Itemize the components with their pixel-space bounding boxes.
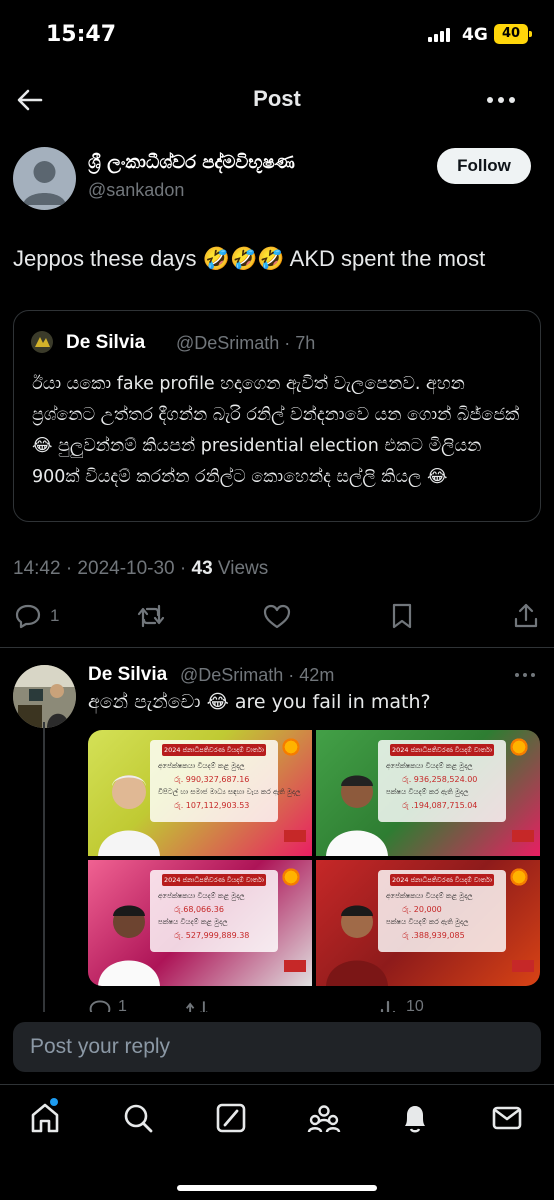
- reply-icon: [15, 604, 41, 629]
- notification-dot: [50, 1098, 58, 1106]
- repost-button[interactable]: [136, 602, 166, 630]
- quote-avatar: [31, 331, 53, 353]
- news-logo-icon: [512, 960, 534, 972]
- timestamp-text: 14:42 · 2024-10-30 ·: [13, 558, 192, 579]
- quoted-post[interactable]: De Silvia @DeSrimath · 7h ඊයා යකො fake p…: [13, 310, 541, 522]
- news-logo-icon: [512, 830, 534, 842]
- party-amount: රු .194,087,715.04: [402, 801, 478, 810]
- communities-icon: [307, 1105, 341, 1133]
- post-timestamp: 14:42 · 2024-10-30 · 43 Views: [13, 558, 268, 580]
- reply-composer: [0, 1012, 554, 1084]
- reply-input[interactable]: [13, 1022, 541, 1072]
- sun-logo-icon: [280, 866, 302, 888]
- reply-count: 1: [50, 606, 60, 625]
- sun-logo-icon: [280, 736, 302, 758]
- reply-author-meta: @DeSrimath · 42m: [180, 665, 335, 685]
- battery-icon: 40: [494, 24, 532, 44]
- bottom-tab-bar: [0, 1084, 554, 1200]
- share-icon: [514, 603, 538, 628]
- candidate-amount: රු. 20,000: [402, 905, 442, 914]
- quote-text: ඊයා යකො fake profile හදාගෙන ඇවිත් වැලපෙන…: [32, 374, 520, 487]
- tab-search[interactable]: [121, 1101, 155, 1135]
- follow-button[interactable]: Follow: [437, 148, 531, 184]
- sun-logo-icon: [508, 866, 530, 888]
- sun-logo-icon: [508, 736, 530, 758]
- more-options-button[interactable]: [484, 86, 518, 114]
- tab-messages[interactable]: [490, 1101, 524, 1135]
- tab-communities[interactable]: [307, 1101, 341, 1135]
- messages-icon: [492, 1106, 522, 1130]
- default-avatar-icon: [23, 161, 66, 205]
- party-label: පක්ෂය වියදම් කර ඇති මුදල: [386, 918, 469, 926]
- signal-icon: [428, 28, 450, 42]
- post-text: Jeppos these days 🤣🤣🤣 AKD spent the most: [13, 246, 486, 271]
- reply-more-button[interactable]: [514, 668, 536, 682]
- party-label: පක්ෂය වියදම් කර ඇති මුදල: [386, 788, 469, 796]
- candidate-label: අපේක්ෂකයා වියදම් කළ මුදල: [386, 762, 473, 770]
- news-logo-icon: [284, 830, 306, 842]
- author-avatar[interactable]: [13, 147, 76, 210]
- card-header: 2024 ජනාධිපතිවරණ වියදම් වාර්තා: [162, 744, 266, 756]
- views-count: 43: [191, 558, 213, 579]
- bookmark-button[interactable]: [388, 602, 416, 630]
- party-label: පක්ෂය වියදම් කළ මුදල: [158, 918, 228, 926]
- page-title: Post: [253, 86, 301, 111]
- reply-image-grid[interactable]: 2024 ජනාධිපතිවරණ වියදම් වාර්තා අපේක්ෂකයා…: [88, 730, 540, 986]
- repost-icon: [137, 604, 165, 628]
- quote-author-name: De Silvia: [66, 332, 146, 353]
- author-name[interactable]: ශ්‍රී ලංකාධීශ්වර පද්මවිභූෂණ: [88, 152, 295, 173]
- tab-home[interactable]: [28, 1098, 62, 1135]
- status-bar: 15:47 4G 40: [0, 0, 554, 70]
- search-icon: [124, 1104, 153, 1133]
- more-icon: [487, 97, 515, 103]
- reply-author-name[interactable]: De Silvia: [88, 664, 167, 686]
- reply-button[interactable]: 1: [14, 602, 59, 630]
- notifications-icon: [405, 1106, 425, 1133]
- card-header: 2024 ජනාධිපතිවරණ වියදම් වාර්තා: [162, 874, 266, 886]
- tab-notifications[interactable]: [398, 1101, 432, 1135]
- quote-author-meta: @DeSrimath · 7h: [176, 333, 316, 353]
- candidate-amount: රු.68,066.36: [174, 905, 224, 914]
- reply-avatar-image: [13, 665, 76, 728]
- image-tile[interactable]: 2024 ජනාධිපතිවරණ වියදම් වාර්තා අපේක්ෂකයා…: [316, 730, 540, 856]
- reply-avatar[interactable]: [13, 665, 76, 728]
- grok-icon: [216, 1103, 246, 1133]
- news-logo-icon: [284, 960, 306, 972]
- share-button[interactable]: [512, 602, 540, 630]
- status-time: 15:47: [46, 22, 117, 47]
- more-icon: [515, 673, 535, 677]
- party-amount: රු. 527,999,889.38: [174, 931, 250, 940]
- network-label: 4G: [462, 25, 488, 45]
- home-indicator[interactable]: [177, 1185, 377, 1191]
- heart-icon: [263, 604, 291, 629]
- divider: [0, 647, 554, 648]
- candidate-amount: රු. 936,258,524.00: [402, 775, 478, 784]
- author-handle[interactable]: @sankadon: [88, 180, 184, 201]
- candidate-label: අපේක්ෂකයා වියදම් කළ මුදල: [386, 892, 473, 900]
- card-header: 2024 ජනාධිපතිවරණ වියදම් වාර්තා: [390, 874, 494, 886]
- party-amount: රු. 107,112,903.53: [174, 801, 250, 810]
- card-header: 2024 ජනාධිපතිවරණ වියදම් වාර්තා: [390, 744, 494, 756]
- image-tile[interactable]: 2024 ජනාධිපතිවරණ වියදම් වාර්තා අපේක්ෂකයා…: [316, 860, 540, 986]
- tab-grok[interactable]: [214, 1101, 248, 1135]
- image-tile[interactable]: 2024 ජනාධිපතිවරණ වියදම් වාර්තා අපේක්ෂකයා…: [88, 860, 312, 986]
- thread-line: [43, 722, 45, 1012]
- bookmark-icon: [392, 603, 412, 629]
- image-tile[interactable]: 2024 ජනාධිපතිවරණ වියදම් වාර්තා අපේක්ෂකයා…: [88, 730, 312, 856]
- party-amount: රු .388,939,085: [402, 931, 465, 940]
- quote-avatar-image: [31, 331, 53, 353]
- views-label: Views: [212, 558, 269, 579]
- party-label: විපිටල් හා සමාජ මාධ්‍ය සඳහා වැය කර ඇති ම…: [158, 788, 301, 796]
- candidate-amount: රු. 990,327,687.16: [174, 775, 250, 784]
- post-actions: 1: [0, 596, 554, 638]
- candidate-label: අපේක්ෂකයා වියදම් කළ මුදල: [158, 892, 245, 900]
- home-icon: [31, 1103, 59, 1133]
- candidate-label: අපේක්ෂකයා වියදම් කළ මුදල: [158, 762, 245, 770]
- reply-text: අනේ පැන්චො 😂 are you fail in math?: [88, 691, 431, 713]
- top-nav: Post: [0, 72, 554, 128]
- like-button[interactable]: [262, 602, 292, 630]
